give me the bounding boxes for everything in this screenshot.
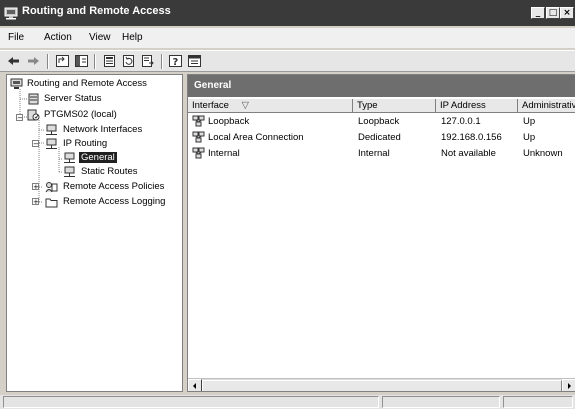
cell-administrative: Unknown — [523, 148, 563, 159]
column-header-ip-address[interactable]: IP Address — [436, 99, 518, 113]
scroll-right-button[interactable] — [562, 379, 575, 391]
details-header-title: General — [194, 80, 232, 91]
up-icon[interactable] — [55, 54, 70, 68]
toolbar-separator — [94, 54, 95, 69]
horizontal-scrollbar[interactable] — [188, 378, 575, 391]
column-header-interface-label: Interface — [192, 100, 229, 111]
close-button[interactable]: × — [560, 7, 574, 19]
general-icon — [64, 152, 75, 163]
server-icon — [27, 109, 40, 121]
ip-routing-icon — [46, 138, 57, 149]
refresh-icon[interactable] — [121, 54, 136, 68]
details-header: General — [188, 75, 575, 97]
tree-node-server[interactable]: PTGMS02 (local) — [27, 109, 177, 122]
cell-administrative: Up — [523, 116, 536, 127]
toolbar-separator — [161, 54, 162, 69]
properties-icon[interactable] — [102, 54, 117, 68]
folder-icon — [45, 198, 58, 208]
forward-icon[interactable] — [26, 54, 41, 68]
status-bar — [0, 395, 575, 409]
sort-indicator-icon: ▽ — [241, 100, 249, 111]
tree-label-static-routes: Static Routes — [81, 166, 138, 177]
console-icon[interactable] — [187, 54, 202, 68]
tree-node-remote-access-logging[interactable]: Remote Access Logging — [45, 196, 180, 209]
help-icon[interactable]: ? — [168, 54, 183, 68]
column-headers: Interface ▽ Type IP Address Administrati… — [188, 99, 575, 113]
window-title: Routing and Remote Access — [22, 5, 171, 17]
cell-type: Internal — [358, 148, 390, 159]
server-console-icon — [10, 78, 23, 89]
scroll-left-button[interactable] — [188, 379, 202, 391]
cell-ip-address: 192.168.0.156 — [441, 132, 502, 143]
cell-type: Dedicated — [358, 132, 401, 143]
minimize-button[interactable]: _ — [531, 7, 545, 19]
status-panel-secondary — [382, 396, 500, 408]
details-pane: General Interface ▽ Type IP Address Admi… — [187, 74, 575, 392]
collapse-server-toggle[interactable]: − — [16, 114, 23, 122]
cell-administrative: Up — [523, 132, 536, 143]
menu-file[interactable]: File — [8, 32, 24, 43]
table-row[interactable]: Local Area Connection Dedicated 192.168.… — [188, 131, 575, 146]
toolbar: ? — [0, 50, 575, 72]
menu-help[interactable]: Help — [122, 32, 143, 43]
collapse-ip-routing-toggle[interactable]: − — [32, 140, 39, 148]
tree-node-network-interfaces[interactable]: Network Interfaces — [45, 124, 180, 137]
back-icon[interactable] — [6, 54, 21, 68]
tree-node-general[interactable]: General — [63, 152, 180, 165]
status-panel-main — [3, 396, 379, 408]
cell-ip-address: Not available — [441, 148, 496, 159]
scroll-thumb[interactable] — [202, 380, 562, 391]
console-tree[interactable]: Routing and Remote Access Server Status … — [6, 74, 183, 392]
tree-node-ip-routing[interactable]: IP Routing — [45, 138, 180, 151]
column-header-administrative[interactable]: Administrative — [518, 99, 575, 113]
menu-view[interactable]: View — [89, 32, 111, 43]
menu-bar: File Action View Help — [0, 28, 575, 48]
static-routes-icon — [64, 166, 75, 177]
tree-node-static-routes[interactable]: Static Routes — [63, 166, 180, 179]
column-header-type[interactable]: Type — [353, 99, 436, 113]
table-row[interactable]: Loopback Loopback 127.0.0.1 Up — [188, 115, 575, 130]
interface-icon — [192, 115, 205, 127]
toolbar-separator — [47, 54, 48, 69]
arrow-right-icon — [568, 383, 571, 389]
expand-remote-access-logging-toggle[interactable]: + — [32, 198, 39, 206]
tree-label-remote-access-policies: Remote Access Policies — [63, 181, 165, 192]
tree-node-remote-access-policies[interactable]: Remote Access Policies — [45, 181, 180, 194]
tree-label-server: PTGMS02 (local) — [44, 109, 117, 120]
tree-label-ip-routing: IP Routing — [63, 138, 108, 149]
arrow-left-icon — [193, 383, 196, 389]
status-panel-tertiary — [503, 396, 573, 408]
maximize-button[interactable]: □ — [546, 7, 560, 19]
tree-node-server-status[interactable]: Server Status — [27, 93, 177, 106]
title-bar[interactable]: Routing and Remote Access _ □ × — [0, 0, 575, 26]
export-list-icon[interactable] — [140, 54, 155, 68]
interface-icon — [192, 147, 205, 159]
remote-access-policies-icon — [45, 182, 58, 193]
tree-node-root[interactable]: Routing and Remote Access — [10, 78, 180, 91]
expand-remote-access-policies-toggle[interactable]: + — [32, 183, 39, 191]
menu-action[interactable]: Action — [44, 32, 72, 43]
cell-interface: Internal — [208, 148, 240, 159]
show-hide-tree-icon[interactable] — [74, 54, 89, 68]
cell-interface: Local Area Connection — [208, 132, 304, 143]
column-header-interface[interactable]: Interface ▽ — [188, 99, 353, 113]
app-window: Routing and Remote Access _ □ × File Act… — [0, 0, 575, 409]
server-status-icon — [28, 93, 39, 105]
app-icon — [4, 7, 18, 20]
tree-label-root: Routing and Remote Access — [27, 78, 147, 89]
cell-type: Loopback — [358, 116, 400, 127]
table-row[interactable]: Internal Internal Not available Unknown — [188, 147, 575, 162]
tree-label-remote-access-logging: Remote Access Logging — [63, 196, 166, 207]
tree-label-server-status: Server Status — [44, 93, 102, 104]
cell-ip-address: 127.0.0.1 — [441, 116, 481, 127]
network-interfaces-icon — [46, 124, 57, 135]
tree-label-general: General — [79, 152, 117, 163]
cell-interface: Loopback — [208, 116, 250, 127]
interface-icon — [192, 131, 205, 143]
tree-label-network-interfaces: Network Interfaces — [63, 124, 143, 135]
svg-text:?: ? — [173, 57, 179, 68]
